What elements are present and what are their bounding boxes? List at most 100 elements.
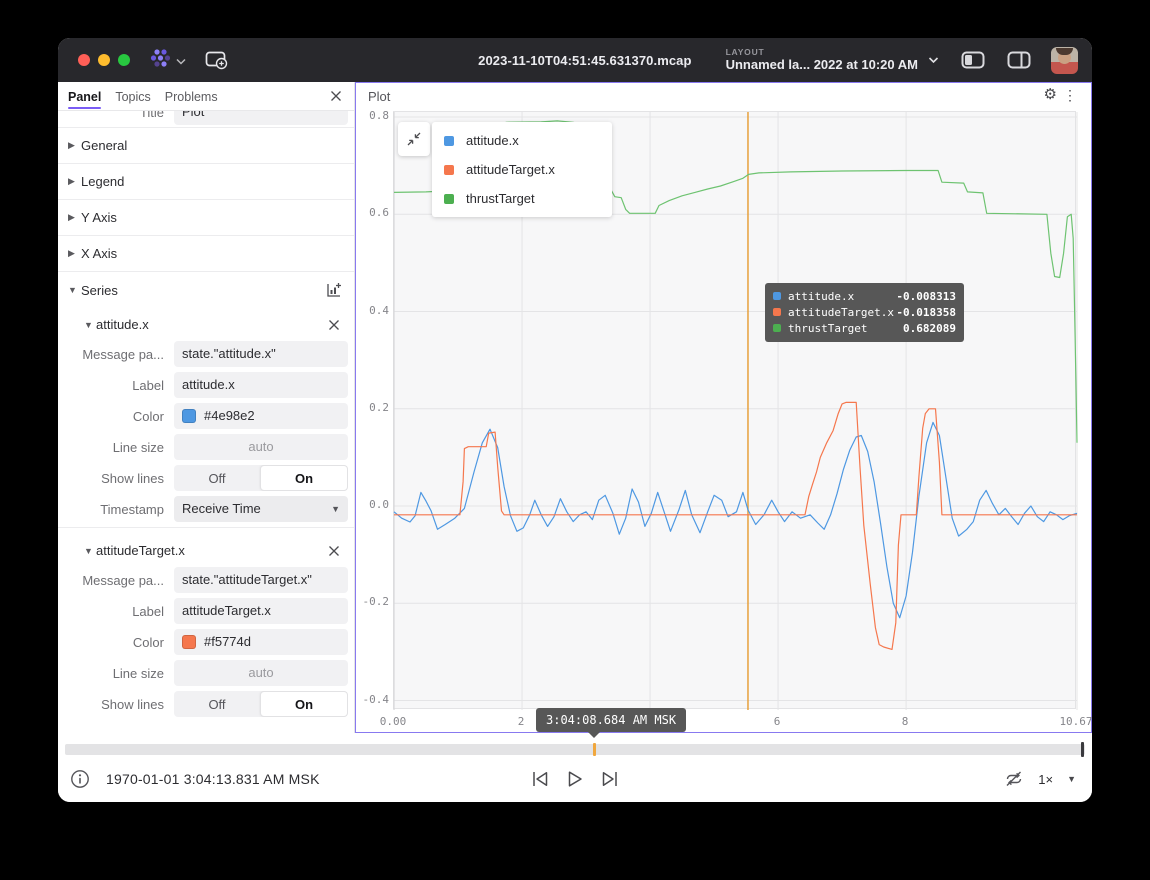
color-input[interactable]: #f5774d [174,629,348,655]
tab-problems[interactable]: Problems [165,83,218,109]
collapsed-arrow-icon: ▶ [68,212,80,223]
timestamp-select[interactable]: Receive Time ▼ [174,496,348,522]
section-y-axis[interactable]: ▶ Y Axis [58,200,354,236]
show-lines-on-button[interactable]: On [260,465,348,491]
show-lines-off-button[interactable]: Off [174,691,260,717]
remove-series-icon[interactable] [328,319,340,331]
tooltip-row: thrustTarget0.682089 [773,320,956,336]
data-source-title[interactable]: 2023-11-10T04:51:45.631370.mcap [478,53,691,68]
tab-topics[interactable]: Topics [115,83,150,109]
series-attitude-target-x: ▼ attitudeTarget.x Message pa... state."… [58,527,354,722]
line-size-row: Line size auto [58,660,354,686]
color-input[interactable]: #4e98e2 [174,403,348,429]
message-path-input[interactable]: state."attitude.x" [174,341,348,367]
zoom-window-button[interactable] [118,54,130,66]
message-path-input[interactable]: state."attitudeTarget.x" [174,567,348,593]
left-sidebar-toggle-icon[interactable] [961,51,985,69]
show-lines-on-button[interactable]: On [260,691,348,717]
loop-off-icon[interactable] [1004,769,1024,789]
expanded-arrow-icon: ▼ [84,320,96,330]
y-tick-label: 0.2 [357,401,389,414]
seek-backward-button[interactable] [530,770,550,788]
message-path-row: Message pa... state."attitude.x" [58,341,354,367]
title-field-label: Title [58,111,174,120]
user-avatar[interactable] [1051,47,1078,74]
remove-series-icon[interactable] [328,545,340,557]
legend-label: thrustTarget [466,191,535,206]
minimize-window-button[interactable] [98,54,110,66]
legend-swatch-icon [444,194,454,204]
hover-values-tooltip: attitude.x-0.008313attitudeTarget.x-0.01… [765,283,964,342]
plot-panel[interactable]: Plot ⚙ ⋮ 0.80.60.40.20.0-0.2-0.4 0.00246… [355,82,1092,733]
color-swatch[interactable] [182,635,196,649]
color-row: Color #f5774d [58,629,354,655]
play-button[interactable] [566,770,584,788]
chevron-down-icon[interactable] [176,52,186,70]
expanded-arrow-icon: ▼ [68,285,80,295]
color-row: Color #4e98e2 [58,403,354,429]
playback-speed[interactable]: 1× [1038,772,1053,787]
line-size-input[interactable]: auto [174,660,348,686]
x-tick-label: 8 [902,715,909,728]
current-timestamp[interactable]: 1970-01-01 3:04:13.831 AM MSK [106,771,320,787]
message-path-row: Message pa... state."attitudeTarget.x" [58,567,354,593]
line-size-input[interactable]: auto [174,434,348,460]
add-panel-icon[interactable] [204,49,228,71]
line-size-row: Line size auto [58,434,354,460]
chevron-down-icon [928,51,939,69]
timeline-scrubber[interactable] [65,744,1085,755]
tooltip-row: attitude.x-0.008313 [773,288,956,304]
section-general[interactable]: ▶ General [58,128,354,164]
close-window-button[interactable] [78,54,90,66]
playhead-marker[interactable] [593,743,596,756]
plot-legend: attitude.x attitudeTarget.x thrustTarget [432,122,612,217]
legend-swatch-icon [444,165,454,175]
tooltip-swatch-icon [773,292,781,300]
show-lines-off-button[interactable]: Off [174,465,260,491]
layout-selector[interactable]: LAYOUT Unnamed la... 2022 at 10:20 AM [726,48,939,72]
section-legend[interactable]: ▶ Legend [58,164,354,200]
timeline-end-marker [1081,742,1084,757]
color-swatch[interactable] [182,409,196,423]
tooltip-swatch-icon [773,324,781,332]
section-x-axis[interactable]: ▶ X Axis [58,236,354,272]
series-line-attitudeTarget.x [394,402,1077,649]
seek-forward-button[interactable] [600,770,620,788]
legend-label: attitudeTarget.x [466,162,555,177]
foxglove-logo-icon[interactable] [148,48,174,73]
settings-gear-icon[interactable]: ⚙ [1044,87,1057,102]
series-header[interactable]: ▼ attitude.x [58,308,354,341]
show-lines-row: Show lines Off On [58,691,354,717]
label-row: Label attitude.x [58,372,354,398]
y-tick-label: 0.8 [357,109,389,122]
collapsed-arrow-icon: ▶ [68,140,80,151]
x-tick-label: 2 [518,715,525,728]
playback-time-tooltip: 3:04:08.684 AM MSK [536,708,686,732]
label-input[interactable]: attitudeTarget.x [174,598,348,624]
series-attitude-x: ▼ attitude.x Message pa... state."attitu… [58,308,354,527]
y-tick-label: 0.6 [357,206,389,219]
close-sidebar-icon[interactable] [330,90,342,102]
collapse-legend-button[interactable] [398,122,430,156]
legend-item-attitude.x[interactable]: attitude.x [432,126,612,155]
label-input[interactable]: attitude.x [174,372,348,398]
legend-item-attitudeTarget.x[interactable]: attitudeTarget.x [432,155,612,184]
tab-panel[interactable]: Panel [68,83,101,109]
legend-item-thrustTarget[interactable]: thrustTarget [432,184,612,213]
timestamp-row: Timestamp Receive Time ▼ [58,496,354,522]
title-field-input[interactable]: Plot [174,111,348,125]
more-options-icon[interactable]: ⋮ [1063,88,1077,102]
x-tick-label: 0.00 [380,715,407,728]
tooltip-row: attitudeTarget.x-0.018358 [773,304,956,320]
add-series-icon[interactable] [326,282,342,298]
series-header[interactable]: ▼ attitudeTarget.x [58,534,354,567]
y-tick-label: 0.4 [357,304,389,317]
right-sidebar-toggle-icon[interactable] [1007,51,1031,69]
plot-panel-title: Plot [368,89,390,104]
label-row: Label attitudeTarget.x [58,598,354,624]
collapsed-arrow-icon: ▶ [68,248,80,259]
section-series[interactable]: ▼ Series [58,272,354,308]
chevron-down-icon[interactable]: ▼ [1067,774,1076,784]
tooltip-value: 0.682089 [903,322,956,335]
info-icon[interactable] [70,769,90,789]
